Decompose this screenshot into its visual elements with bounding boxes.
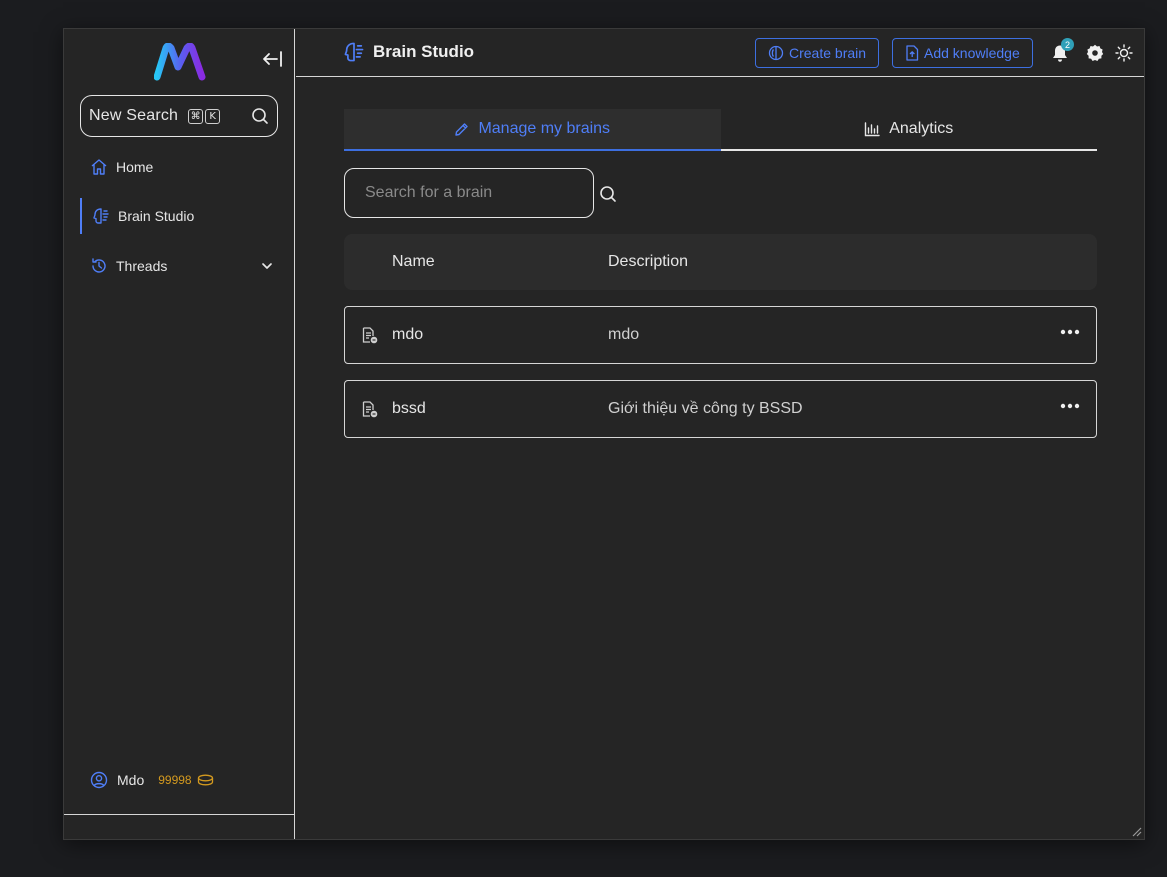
brain-description: mdo [608,326,640,343]
app-window: New Search ⌘ K Home Brain Studio Threads… [63,28,1145,840]
brain-row[interactable]: bssd Giới thiệu về công ty BSSD [344,380,1097,438]
chevron-down-icon[interactable] [260,259,274,273]
brain-name: bssd [392,400,426,417]
sidebar-item-label: Threads [116,258,168,274]
more-options-icon[interactable] [1060,329,1080,335]
history-icon [90,257,108,275]
new-search-button[interactable]: New Search ⌘ K [80,95,278,137]
credits-count: 99998 [158,773,192,787]
notification-badge: 2 [1061,38,1074,51]
home-icon [90,158,108,176]
brain-tabs: Manage my brains Analytics [344,109,1097,151]
sidebar-item-label: Brain Studio [118,208,195,224]
resize-handle-icon[interactable] [1130,825,1142,837]
sidebar-item-home[interactable]: Home [80,149,280,185]
page-title: Brain Studio [373,42,475,61]
user-name: Mdo [117,772,145,788]
gear-icon [1086,44,1104,62]
shortcut-hint: ⌘ K [186,108,221,124]
coin-icon [197,774,214,786]
page-title-group: Brain Studio [343,41,474,63]
tab-label: Analytics [889,120,954,137]
chart-icon [864,121,880,137]
add-knowledge-button[interactable]: Add knowledge [892,38,1033,68]
brain-description: Giới thiệu về công ty BSSD [608,400,803,417]
sidebar-footer-divider [64,814,294,815]
column-header-name: Name [392,253,435,270]
sidebar-item-brain-studio[interactable]: Brain Studio [80,198,280,234]
sidebar-item-label: Home [116,159,154,175]
create-brain-label: Create brain [789,45,867,61]
brain-outline-icon [768,45,784,61]
top-header: Brain Studio Create brain Add knowledge … [296,29,1144,77]
collapse-icon [263,51,282,67]
app-logo[interactable] [153,42,206,81]
theme-toggle-button[interactable] [1115,44,1133,62]
file-upload-icon [905,45,919,61]
user-icon [90,771,108,789]
column-header-description: Description [608,253,689,270]
brain-name: mdo [392,326,424,343]
sun-icon [1115,44,1133,62]
search-icon [251,107,269,125]
user-profile[interactable]: Mdo 99998 [90,771,214,789]
document-icon [362,327,378,344]
notifications-button[interactable]: 2 [1051,38,1074,63]
more-options-icon[interactable] [1060,403,1080,409]
brains-table-header: Name Description [344,234,1097,290]
tab-manage-brains[interactable]: Manage my brains [344,109,721,151]
k-key: K [205,108,221,124]
brain-row[interactable]: mdo mdo [344,306,1097,364]
search-icon[interactable] [599,185,617,203]
settings-button[interactable] [1086,44,1104,62]
create-brain-button[interactable]: Create brain [755,38,880,68]
add-knowledge-label: Add knowledge [924,45,1020,61]
new-search-label: New Search [89,107,179,124]
tab-label: Manage my brains [478,120,611,137]
tab-analytics[interactable]: Analytics [720,109,1097,151]
sidebar: New Search ⌘ K Home Brain Studio Threads… [64,29,295,839]
sidebar-item-threads[interactable]: Threads [80,248,280,284]
brain-search-input[interactable] [344,168,594,218]
brain-icon [92,207,110,225]
document-icon [362,401,378,418]
brain-icon [343,41,365,63]
pencil-icon [454,122,469,137]
collapse-sidebar-button[interactable] [260,47,284,71]
command-key: ⌘ [188,108,204,124]
